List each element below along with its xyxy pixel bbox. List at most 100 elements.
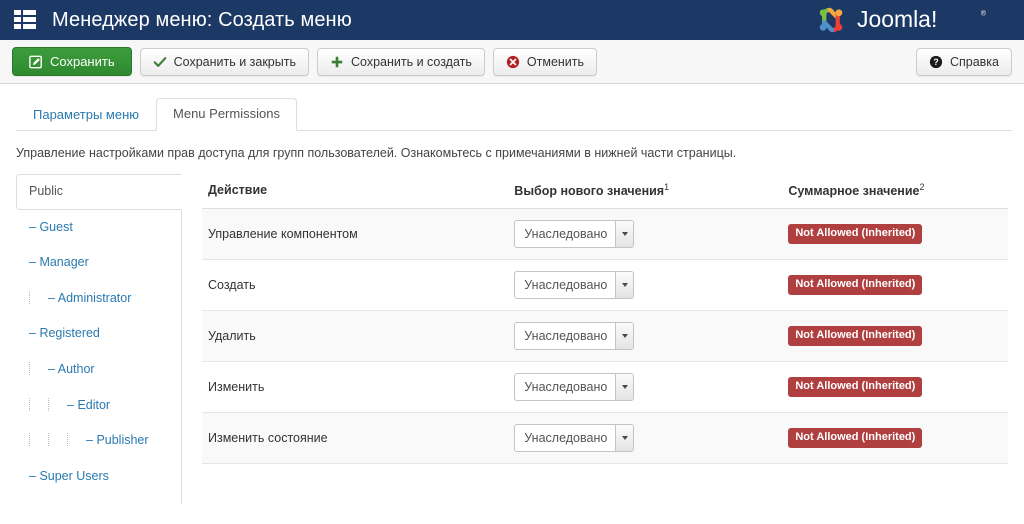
permission-action-label: Изменить состояние (202, 412, 509, 465)
tree-dash: – (29, 255, 40, 270)
group-tab-super-users[interactable]: – Super Users (16, 459, 182, 495)
permissions-table: Действие Выбор нового значения1 Суммарно… (202, 173, 1009, 465)
save-and-close-button-label: Сохранить и закрыть (173, 54, 296, 69)
table-header-row: Действие Выбор нового значения1 Суммарно… (202, 173, 1009, 210)
chevron-down-icon[interactable] (615, 221, 634, 248)
group-tab-editor[interactable]: – Editor (16, 388, 182, 424)
toolbar: Сохранить Сохранить и закрыть Сохранить … (0, 40, 1024, 84)
status-badge: Not Allowed (Inherited) (788, 224, 923, 244)
status-badge: Not Allowed (Inherited) (788, 377, 923, 397)
tree-dash: – (48, 290, 58, 305)
save-button-label: Сохранить (50, 54, 115, 69)
chevron-down-icon[interactable] (615, 425, 634, 452)
tab-menu-options[interactable]: Параметры меню (16, 99, 156, 131)
table-row: Создать Унаследовано Not Allowed (Inheri… (202, 259, 1009, 312)
footnote-marker-2: 2 (919, 181, 925, 192)
permission-select[interactable]: Унаследовано (514, 322, 635, 351)
tree-dash: – (29, 326, 40, 341)
cancel-circle-icon (506, 55, 520, 68)
table-row: Удалить Унаследовано Not Allowed (Inheri… (202, 310, 1009, 363)
cancel-button[interactable]: Отменить (492, 47, 598, 76)
permissions-description: Управление настройками прав доступа для … (16, 146, 737, 160)
group-tab-label: Administrator (57, 290, 132, 305)
tree-guide (29, 362, 30, 375)
tree-guide (29, 397, 30, 411)
tree-guide (48, 397, 49, 411)
group-tab-label: Registered (39, 326, 100, 341)
permission-select[interactable]: Унаследовано (514, 271, 635, 300)
permission-select[interactable]: Унаследовано (514, 373, 635, 402)
save-and-close-button[interactable]: Сохранить и закрыть (139, 47, 309, 76)
calculated-setting-cell: Not Allowed (Inherited) (782, 208, 1009, 261)
plus-icon (331, 56, 343, 67)
group-tab-publisher[interactable]: – Publisher (16, 423, 182, 459)
help-button-label: Справка (949, 54, 999, 69)
permission-select-value: Унаследовано (524, 329, 608, 344)
permission-setting-cell: Унаследовано (508, 310, 783, 363)
group-tab-label: Editor (77, 397, 111, 412)
save-and-new-button-label: Сохранить и создать (350, 54, 472, 69)
check-icon (153, 56, 166, 67)
joomla-wordmark: Joomla! ® (857, 7, 986, 32)
th-list-icon[interactable] (14, 10, 36, 30)
calculated-setting-cell: Not Allowed (Inherited) (782, 259, 1009, 312)
group-tab-public[interactable]: Public (16, 173, 182, 210)
group-tab-label: Manager (39, 255, 89, 270)
permission-action-label: Управление компонентом (202, 208, 509, 261)
question-circle-icon: ? (929, 55, 943, 68)
table-row: Изменить состояние Унаследовано Not Allo… (202, 412, 1009, 465)
column-header-new-setting-label: Выбор нового значения (514, 184, 665, 199)
permission-setting-cell: Унаследовано (508, 412, 783, 465)
tree-guide (48, 433, 49, 447)
page-title: Менеджер меню: Создать меню (52, 8, 352, 31)
status-badge: Not Allowed (Inherited) (788, 428, 923, 448)
chevron-down-icon[interactable] (615, 374, 634, 401)
user-group-tab-list: Public – Guest – Manager – Administrator… (16, 173, 182, 504)
permission-setting-cell: Унаследовано (508, 208, 783, 261)
chevron-down-icon[interactable] (615, 272, 634, 299)
table-row: Изменить Унаследовано Not Allowed (Inher… (202, 361, 1009, 414)
app-header: Менеджер меню: Создать меню Joomla! ® (0, 0, 1024, 40)
edit-square-icon (29, 55, 42, 68)
svg-text:Joomla!: Joomla! (857, 7, 937, 32)
group-tab-administrator[interactable]: – Administrator (16, 281, 182, 317)
permission-select-value: Унаследовано (524, 278, 608, 293)
table-row: Управление компонентом Унаследовано Not … (202, 208, 1009, 261)
svg-text:?: ? (933, 57, 938, 67)
joomla-brand-icon (819, 7, 843, 33)
permission-select-value: Унаследовано (524, 227, 608, 242)
joomla-logo: Joomla! ® (813, 2, 1010, 38)
save-button[interactable]: Сохранить (12, 47, 132, 76)
group-tab-registered[interactable]: – Registered (16, 316, 182, 352)
permissions-body: Public – Guest – Manager – Administrator… (0, 173, 1024, 504)
svg-text:®: ® (981, 9, 986, 17)
permission-select[interactable]: Унаследовано (514, 220, 635, 249)
status-badge: Not Allowed (Inherited) (788, 275, 923, 295)
calculated-setting-cell: Not Allowed (Inherited) (782, 310, 1009, 363)
group-tab-label: Guest (39, 219, 73, 234)
tree-guide (29, 290, 30, 304)
tree-dash: – (29, 219, 40, 234)
tree-guide (67, 433, 68, 447)
tab-menu-permissions[interactable]: Menu Permissions (156, 98, 297, 131)
permission-action-label: Изменить (202, 361, 509, 414)
permission-setting-cell: Унаследовано (508, 361, 783, 414)
group-tab-author[interactable]: – Author (16, 352, 182, 388)
save-and-new-button[interactable]: Сохранить и создать (316, 47, 485, 76)
permission-select-value: Унаследовано (524, 431, 608, 446)
column-header-calculated-setting: Суммарное значение2 (782, 173, 1009, 210)
column-header-calculated-setting-label: Суммарное значение (788, 184, 920, 199)
permission-setting-cell: Унаследовано (508, 259, 783, 312)
group-tab-guest[interactable]: – Guest (16, 210, 182, 246)
calculated-setting-cell: Not Allowed (Inherited) (782, 412, 1009, 465)
column-header-new-setting: Выбор нового значения1 (508, 173, 783, 210)
chevron-down-icon[interactable] (615, 323, 634, 350)
group-tab-manager[interactable]: – Manager (16, 245, 182, 281)
permission-action-label: Создать (202, 259, 509, 312)
help-button[interactable]: ? Справка (915, 47, 1012, 76)
calculated-setting-cell: Not Allowed (Inherited) (782, 361, 1009, 414)
tab-list: Параметры меню Menu Permissions (16, 98, 1012, 131)
tabs-container: Параметры меню Menu Permissions (0, 84, 1024, 131)
group-tab-label: Publisher (96, 433, 149, 448)
permission-select[interactable]: Унаследовано (514, 424, 635, 453)
